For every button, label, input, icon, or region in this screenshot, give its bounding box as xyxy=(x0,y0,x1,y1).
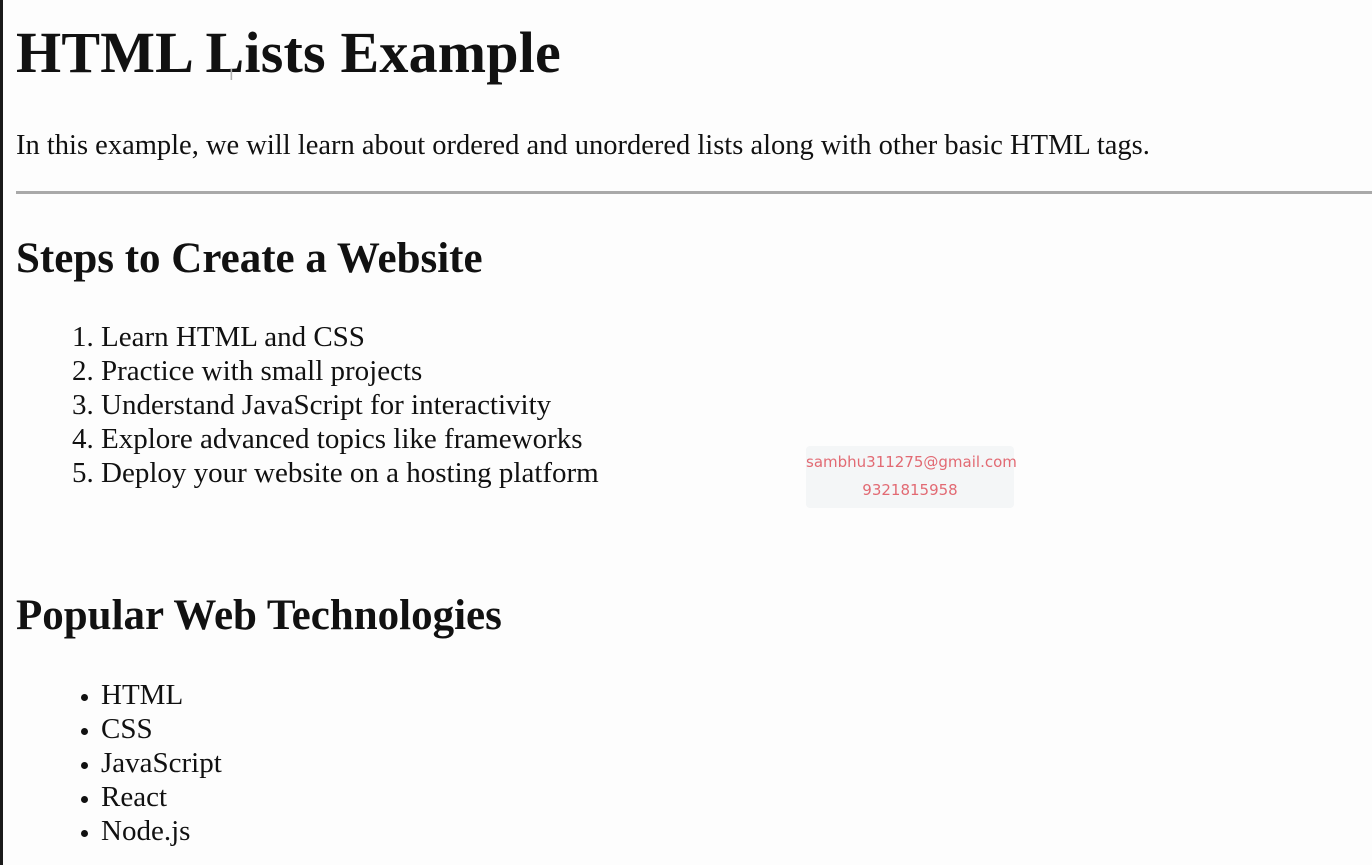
text-cursor-icon: I xyxy=(229,65,234,84)
list-item: Node.js xyxy=(101,814,222,848)
contact-watermark: sambhu311275@gmail.com 9321815958 xyxy=(806,446,1017,508)
technologies-heading: Popular Web Technologies xyxy=(16,592,502,639)
list-item: Understand JavaScript for interactivity xyxy=(101,388,599,422)
list-item: CSS xyxy=(101,712,222,746)
page-title: HTML Lists Example xyxy=(16,20,561,85)
intro-paragraph: In this example, we will learn about ord… xyxy=(16,130,1150,161)
steps-ordered-list: Learn HTML and CSS Practice with small p… xyxy=(16,320,599,490)
list-item: Deploy your website on a hosting platfor… xyxy=(101,456,599,490)
horizontal-rule xyxy=(16,191,1372,194)
list-item: JavaScript xyxy=(101,746,222,780)
technologies-unordered-list: HTML CSS JavaScript React Node.js xyxy=(16,678,222,848)
watermark-email: sambhu311275@gmail.com xyxy=(806,453,1017,471)
list-item: Practice with small projects xyxy=(101,354,599,388)
list-item: HTML xyxy=(101,678,222,712)
list-item: Explore advanced topics like frameworks xyxy=(101,422,599,456)
list-item: React xyxy=(101,780,222,814)
window-left-edge xyxy=(0,0,3,865)
steps-heading: Steps to Create a Website xyxy=(16,235,483,282)
list-item: Learn HTML and CSS xyxy=(101,320,599,354)
watermark-phone: 9321815958 xyxy=(862,481,958,499)
